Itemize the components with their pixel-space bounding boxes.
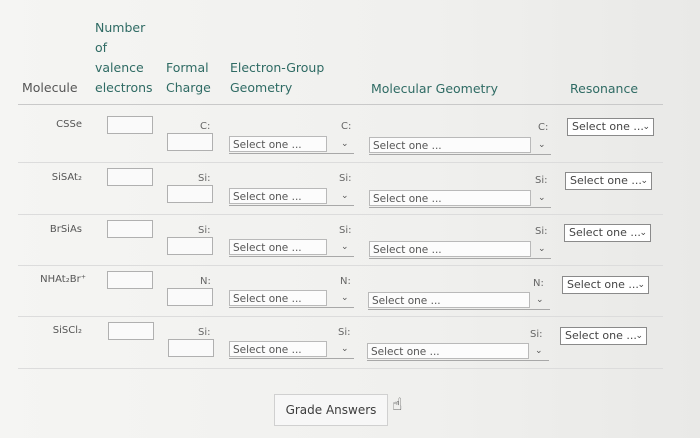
mgeo-atom: Si: [535, 175, 548, 186]
egeo-atom: C: [341, 121, 352, 132]
valence-input[interactable] [108, 322, 154, 340]
valence-input[interactable] [107, 220, 153, 238]
mgeo-underline [369, 207, 551, 208]
chevron-down-icon[interactable]: ⌄ [536, 295, 544, 305]
egeo-atom: Si: [339, 225, 352, 236]
formal-charge-atom: C: [200, 121, 211, 132]
header-valence-2: of [95, 40, 108, 55]
hand-pointer-icon: ☝ [392, 395, 403, 415]
formal-charge-input[interactable] [167, 237, 213, 255]
resonance-select-label: Select one ... [569, 226, 641, 239]
chevron-down-icon[interactable]: ⌄ [341, 191, 349, 201]
molecule-label: SiSCl₂ [52, 325, 82, 336]
egeo-atom: Si: [339, 173, 352, 184]
chevron-down-icon[interactable]: ⌄ [535, 346, 543, 356]
resonance-select[interactable]: Select one ... ⌄ [560, 327, 647, 345]
header-valence-4: electrons [95, 80, 153, 95]
chevron-down-icon[interactable]: ⌄ [538, 244, 546, 254]
molecule-label: BrSiAs [49, 224, 82, 235]
chevron-down-icon[interactable]: ⌄ [341, 344, 349, 354]
egeo-select[interactable]: Select one ... [229, 341, 327, 357]
resonance-select[interactable]: Select one ... ⌄ [562, 276, 649, 294]
mgeo-select[interactable]: Select one ... [369, 241, 531, 257]
chevron-down-icon: ⌄ [639, 228, 647, 238]
valence-input[interactable] [107, 271, 153, 289]
egeo-underline [229, 256, 354, 257]
resonance-select-label: Select one ... [565, 329, 637, 342]
egeo-select[interactable]: Select one ... [229, 290, 327, 306]
egeo-atom: N: [340, 276, 351, 287]
mgeo-atom: Si: [530, 329, 543, 340]
valence-input[interactable] [107, 168, 153, 186]
chevron-down-icon[interactable]: ⌄ [341, 242, 349, 252]
mgeo-select[interactable]: Select one ... [369, 137, 531, 153]
mgeo-underline [369, 154, 551, 155]
row-divider [18, 265, 663, 266]
resonance-select[interactable]: Select one ... ⌄ [565, 172, 652, 190]
resonance-select-label: Select one ... [570, 174, 642, 187]
header-molecular-geometry: Molecular Geometry [371, 81, 498, 96]
resonance-select[interactable]: Select one ... ⌄ [564, 224, 651, 242]
egeo-select[interactable]: Select one ... [229, 239, 327, 255]
egeo-underline [229, 153, 354, 154]
header-egeo-1: Electron-Group [230, 60, 325, 75]
egeo-select[interactable]: Select one ... [229, 136, 327, 152]
mgeo-underline [369, 258, 551, 259]
mgeo-atom: N: [533, 278, 544, 289]
header-molecule: Molecule [22, 80, 78, 95]
header-egeo-2: Geometry [230, 80, 293, 95]
formal-charge-atom: N: [200, 276, 211, 287]
resonance-select[interactable]: Select one ... ⌄ [567, 118, 654, 136]
row-divider [18, 162, 663, 163]
formal-charge-input[interactable] [167, 133, 213, 151]
header-resonance: Resonance [570, 81, 639, 96]
egeo-underline [229, 307, 354, 308]
mgeo-atom: C: [538, 122, 549, 133]
molecule-label: NHAt₂Br⁺ [40, 274, 86, 285]
egeo-select[interactable]: Select one ... [229, 188, 327, 204]
formal-charge-input[interactable] [167, 288, 213, 306]
assignment-page: Molecule Number of valence electrons For… [0, 0, 700, 438]
formal-charge-atom: Si: [198, 225, 211, 236]
mgeo-select[interactable]: Select one ... [367, 343, 529, 359]
header-formal-1: Formal [166, 60, 209, 75]
valence-input[interactable] [107, 116, 153, 134]
chevron-down-icon: ⌄ [640, 176, 648, 186]
mgeo-select[interactable]: Select one ... [368, 292, 530, 308]
grade-answers-button[interactable]: Grade Answers [274, 394, 388, 426]
header-valence-1: Number [95, 20, 146, 35]
header-divider [18, 104, 663, 105]
formal-charge-input[interactable] [168, 339, 214, 357]
chevron-down-icon[interactable]: ⌄ [341, 139, 349, 149]
header-formal-2: Charge [166, 80, 211, 95]
chevron-down-icon[interactable]: ⌄ [341, 293, 349, 303]
chevron-down-icon: ⌄ [642, 122, 650, 132]
formal-charge-atom: Si: [198, 173, 211, 184]
chevron-down-icon[interactable]: ⌄ [538, 140, 546, 150]
header-valence-3: valence [95, 60, 144, 75]
chevron-down-icon: ⌄ [637, 280, 645, 290]
chevron-down-icon: ⌄ [635, 331, 643, 341]
mgeo-underline [367, 360, 549, 361]
row-divider [18, 368, 663, 369]
formal-charge-input[interactable] [167, 185, 213, 203]
resonance-select-label: Select one ... [567, 278, 639, 291]
egeo-atom: Si: [338, 327, 351, 338]
mgeo-select[interactable]: Select one ... [369, 190, 531, 206]
molecule-label: CSSe [56, 119, 82, 130]
formal-charge-atom: Si: [198, 327, 211, 338]
row-divider [18, 316, 663, 317]
resonance-select-label: Select one ... [572, 120, 644, 133]
molecule-label: SiSAt₂ [51, 172, 82, 183]
chevron-down-icon[interactable]: ⌄ [538, 193, 546, 203]
mgeo-underline [368, 309, 550, 310]
row-divider [18, 214, 663, 215]
mgeo-atom: Si: [535, 226, 548, 237]
egeo-underline [229, 358, 354, 359]
egeo-underline [229, 205, 354, 206]
